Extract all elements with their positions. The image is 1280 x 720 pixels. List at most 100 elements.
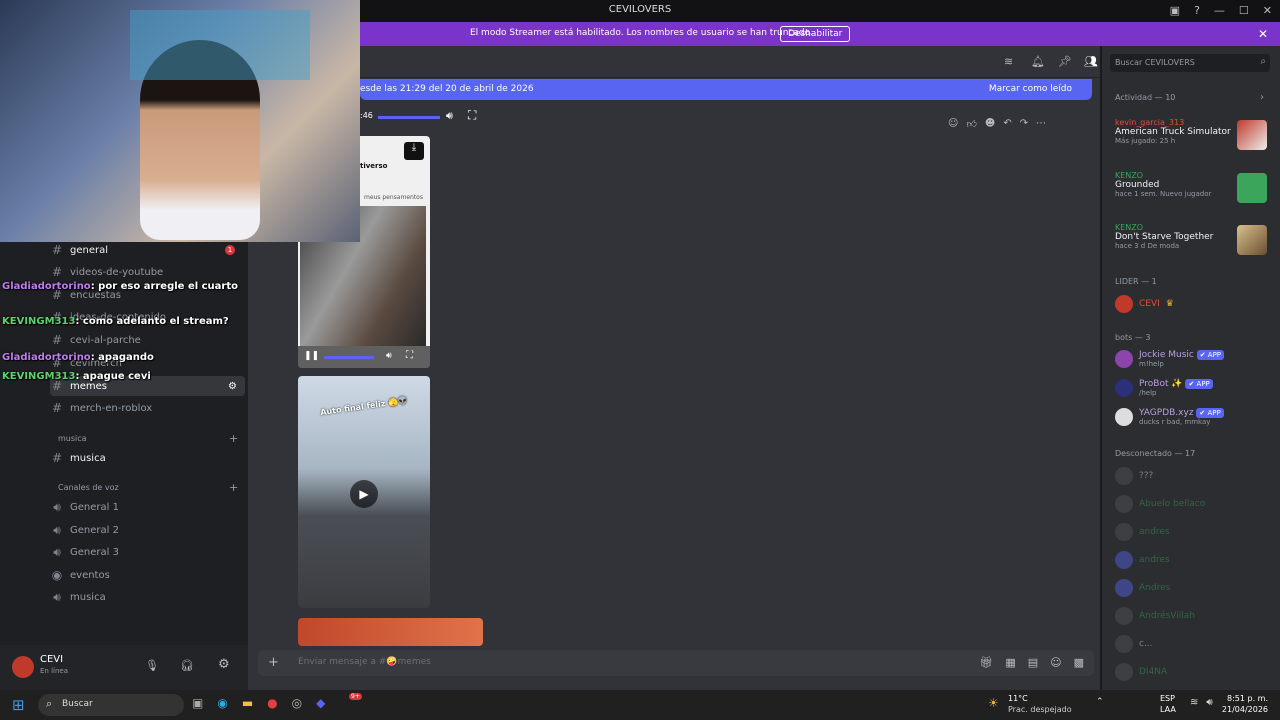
sticker-icon[interactable]: ▤ — [1028, 656, 1038, 669]
weather-icon[interactable]: ☀ — [988, 696, 999, 710]
member-bot-yagpdb[interactable]: YAGPDB.xyz ✔ APP ducks r bad, mmkay — [1115, 408, 1224, 426]
emoji-icon[interactable]: ☺ — [1050, 656, 1061, 669]
bots-header: bots — 3 — [1115, 333, 1151, 342]
video-progress[interactable] — [378, 116, 440, 119]
member-cevi[interactable]: CEVI ♛ — [1115, 295, 1174, 313]
chevron-up-icon[interactable]: ⌃ — [1096, 697, 1104, 707]
discord-icon[interactable]: ◆ — [316, 696, 325, 710]
fullscreen-icon[interactable]: ⛶ — [468, 108, 476, 123]
member-offline[interactable]: DI4NA — [1115, 663, 1167, 681]
gift-icon[interactable]: 🎁︎ — [979, 656, 993, 669]
volume-icon[interactable]: 🔊︎ — [446, 109, 453, 123]
new-messages-bar[interactable]: esde las 21:29 del 20 de abril de 2026 M… — [360, 79, 1092, 100]
category-voice[interactable]: Canales de voz — [58, 483, 119, 492]
taskbar-search[interactable]: ⌕ Buscar — [38, 694, 184, 716]
language-code[interactable]: ESP — [1160, 694, 1175, 703]
microphone-icon[interactable]: 🎙︎ — [145, 659, 159, 672]
wifi-icon[interactable]: ≋ — [1190, 697, 1198, 708]
avatar[interactable] — [12, 656, 34, 678]
channel-label: musica — [70, 591, 106, 603]
headphones-icon[interactable]: 🎧︎ — [180, 659, 194, 672]
video-attachment-2[interactable]: Auto final feliz 🫣👽 ▶ — [298, 376, 430, 608]
channel-videos-de-youtube[interactable]: # videos-de-youtube — [50, 262, 245, 282]
voice-channel-general-1[interactable]: 🔊︎ General 1 — [50, 497, 245, 517]
play-icon[interactable]: ▶ — [350, 480, 378, 508]
close-banner-icon[interactable]: ✕ — [1258, 27, 1268, 41]
more-icon[interactable]: ⋯ — [1036, 118, 1046, 130]
member-list-icon[interactable]: 👥︎ — [1084, 55, 1098, 68]
gif-icon[interactable]: ▦ — [1005, 656, 1015, 669]
voice-channel-musica[interactable]: 🔊︎ musica — [50, 587, 245, 607]
task-view-icon[interactable]: ▣ — [192, 696, 203, 710]
member-status: ducks r bad, mmkay — [1139, 418, 1211, 426]
channel-merch-en-roblox[interactable]: # merch-en-roblox — [50, 398, 245, 418]
user-settings-icon[interactable]: ⚙ — [218, 657, 230, 672]
close-window-icon[interactable]: ✕ — [1263, 4, 1272, 17]
clock-time[interactable]: 8:51 p. m. — [1227, 694, 1268, 703]
category-musica[interactable]: musica — [58, 434, 87, 443]
fullscreen-icon[interactable]: ⛶ — [406, 350, 413, 361]
member-name: AndrésVillah — [1139, 611, 1195, 621]
taskbar-search-label: Buscar — [62, 699, 93, 709]
reply-icon[interactable]: ↶ — [1003, 118, 1011, 130]
notifications-icon[interactable]: 🔔︎ — [1031, 55, 1045, 68]
channel-cevi-al-parche[interactable]: # cevi-al-parche — [50, 330, 245, 350]
channel-settings-icon[interactable]: ⚙ — [228, 381, 237, 392]
activity-card-1[interactable]: kevin_garcia_313 American Truck Simulato… — [1115, 118, 1275, 150]
forward-icon[interactable]: ↷ — [1020, 118, 1028, 130]
file-explorer-icon[interactable]: ▬ — [242, 696, 253, 710]
maximize-icon[interactable]: ☐ — [1239, 4, 1249, 17]
download-icon[interactable]: ⤓ — [404, 142, 424, 160]
message-actions: ☺ 👍︎ ☻ ↶ ↷ ⋯ — [948, 118, 1046, 130]
search-icon[interactable]: ⌕ — [1260, 56, 1266, 67]
member-bot-jockie[interactable]: Jockie Music ✔ APP m!help — [1115, 350, 1225, 368]
edge-icon[interactable]: ◉ — [217, 696, 227, 710]
apps-icon[interactable]: ▩ — [1074, 656, 1084, 669]
member-bot-probot[interactable]: ProBot ✨ ✔ APP /help — [1115, 379, 1213, 397]
volume-icon[interactable]: 🔊︎ — [386, 351, 392, 361]
hash-icon: # — [51, 265, 63, 279]
minimize-icon[interactable]: — — [1214, 4, 1225, 17]
member-offline[interactable]: AndrésVillah — [1115, 607, 1195, 625]
video-attachment-3[interactable] — [298, 618, 483, 646]
member-offline[interactable]: Andres — [1115, 579, 1170, 597]
app-badge: ✔ APP — [1196, 350, 1225, 360]
channel-label: videos-de-youtube — [70, 266, 164, 278]
add-voice-channel-icon[interactable]: + — [229, 481, 238, 494]
mark-as-read-button[interactable]: Marcar como leído — [989, 84, 1072, 94]
pause-icon[interactable]: ❚❚ — [304, 351, 319, 361]
channel-general[interactable]: # general 1 — [50, 240, 245, 260]
stream-chat-line: Gladiadortorino: por eso arregle el cuar… — [2, 281, 238, 292]
reaction-icon[interactable]: ☺ — [948, 118, 958, 130]
message-composer[interactable]: + Enviar mensaje a #🤪memes 🎁︎ ▦ ▤ ☺ ▩ — [258, 650, 1094, 676]
attach-plus-icon[interactable]: + — [268, 655, 279, 670]
threads-icon[interactable]: ≋ — [1004, 55, 1013, 68]
voice-channel-general-2[interactable]: 🔊︎ General 2 — [50, 520, 245, 540]
thumbs-up-icon[interactable]: 👍︎ — [966, 118, 976, 130]
search-input[interactable]: Buscar CEVILOVERS ⌕ — [1110, 54, 1270, 72]
avatar — [1115, 495, 1133, 513]
message-input[interactable]: Enviar mensaje a #🤪memes — [298, 657, 431, 667]
chevron-right-icon[interactable]: › — [1260, 92, 1264, 103]
video-progress[interactable] — [324, 356, 374, 359]
member-offline[interactable]: Abuelo bellaco — [1115, 495, 1205, 513]
add-channel-icon[interactable]: + — [229, 432, 238, 445]
activity-card-3[interactable]: KENZO Don't Starve Together hace 3 d De … — [1115, 223, 1275, 255]
add-reaction-icon[interactable]: ☻ — [985, 118, 995, 130]
member-offline[interactable]: c... — [1115, 635, 1153, 653]
member-offline[interactable]: ??? — [1115, 467, 1153, 485]
pinned-icon[interactable]: 📌︎ — [1058, 55, 1072, 68]
voice-channel-general-3[interactable]: 🔊︎ General 3 — [50, 542, 245, 562]
chrome-icon[interactable]: ● — [267, 696, 277, 710]
windows-start-icon[interactable]: ⊞ — [12, 696, 25, 714]
help-icon[interactable]: ? — [1194, 4, 1200, 17]
channel-musica[interactable]: # musica — [50, 448, 245, 468]
member-offline[interactable]: andres — [1115, 551, 1170, 569]
voice-channel-eventos[interactable]: ◉ eventos — [50, 565, 245, 585]
activity-card-2[interactable]: KENZO Grounded hace 1 sem. Nuevo jugador — [1115, 171, 1275, 203]
member-offline[interactable]: andres — [1115, 523, 1170, 541]
disable-streamer-button[interactable]: Deshabilitar — [780, 26, 851, 42]
volume-icon[interactable]: 🔊︎ — [1206, 697, 1212, 708]
obs-icon[interactable]: ◎ — [292, 696, 302, 710]
inbox-icon[interactable]: ▣ — [1170, 4, 1180, 17]
